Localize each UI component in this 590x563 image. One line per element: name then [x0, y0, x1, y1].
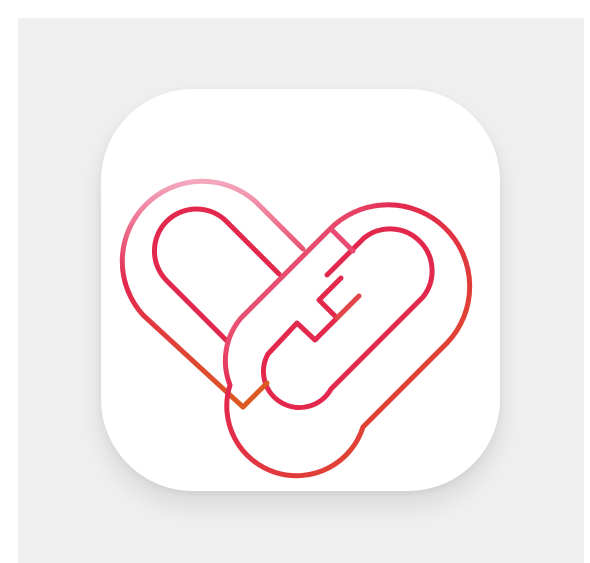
left-link-outer [119, 178, 306, 410]
link-crossing-mid [334, 293, 362, 321]
link-crossing-bottom [240, 380, 270, 410]
left-link-inner [151, 206, 282, 345]
interlocking-chain-heart-icon [119, 178, 473, 479]
link-crossing-top [328, 226, 356, 254]
screenshot-canvas [0, 0, 590, 563]
app-icon-tile[interactable] [101, 89, 500, 491]
